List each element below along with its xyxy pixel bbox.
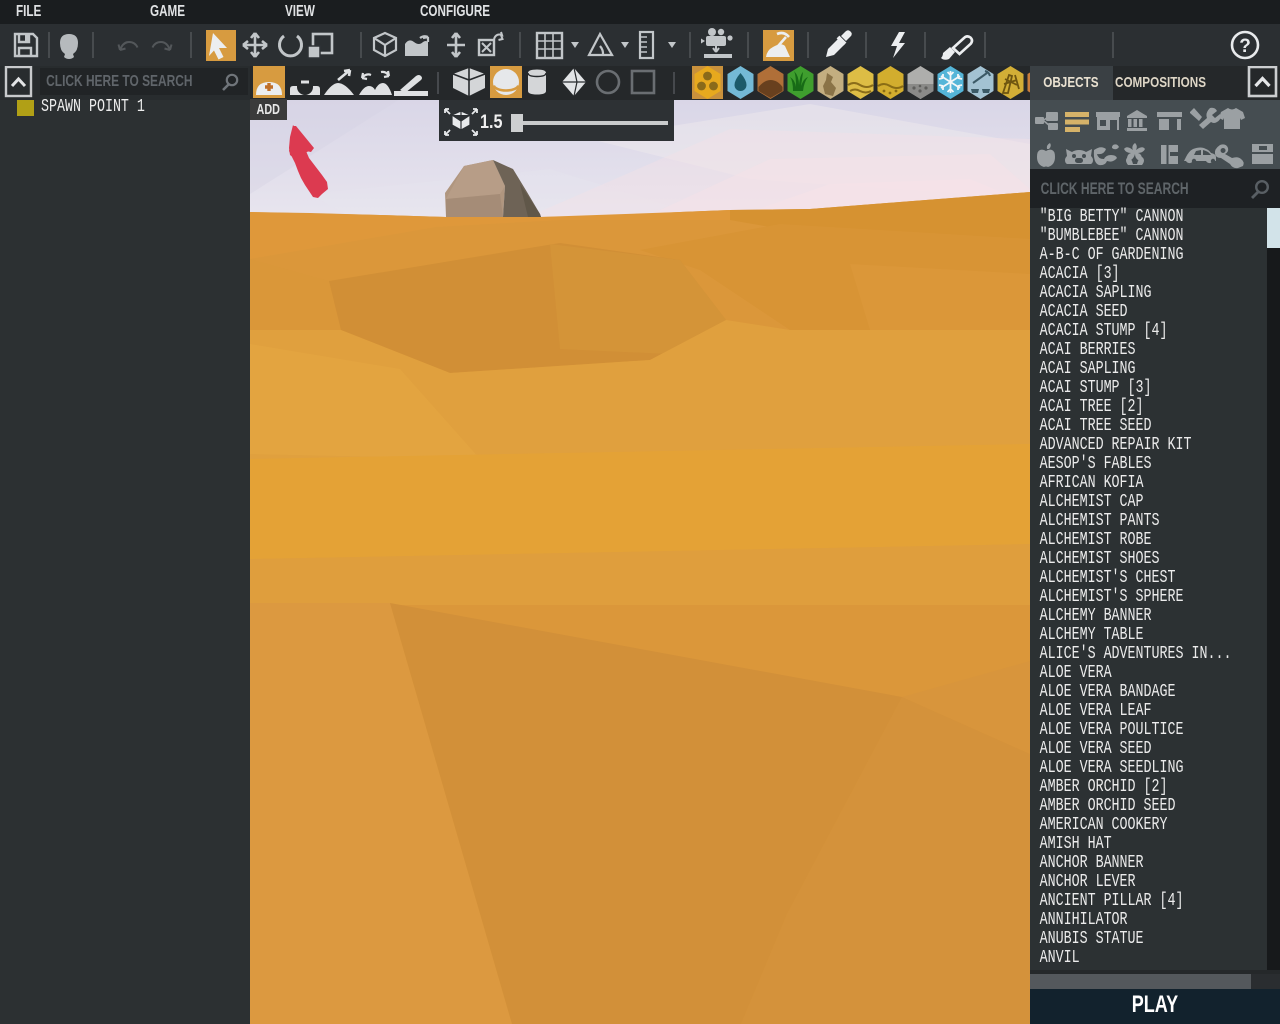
- svg-text:?: ?: [1239, 36, 1251, 57]
